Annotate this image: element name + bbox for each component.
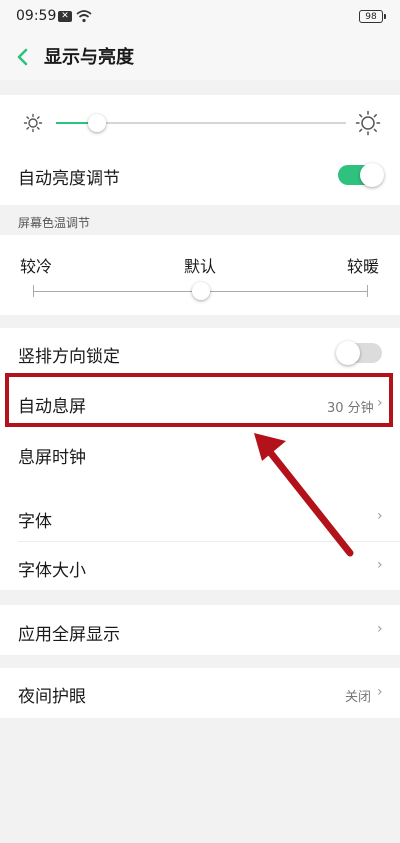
font-label: 字体 xyxy=(18,512,52,532)
chevron-right-icon: › xyxy=(377,557,383,573)
color-temp-cool-label: 较冷 xyxy=(20,257,53,276)
annotation-arrow-icon xyxy=(254,433,354,557)
brightness-high-icon xyxy=(355,110,381,136)
portrait-lock-label: 竖排方向锁定 xyxy=(18,347,120,367)
status-time: 09:59 xyxy=(16,8,57,24)
toggle-knob xyxy=(336,341,360,365)
brightness-low-icon xyxy=(23,113,43,133)
night-mode-value: 关闭 xyxy=(345,690,372,705)
chevron-right-icon: › xyxy=(377,621,383,637)
auto-brightness-toggle[interactable] xyxy=(338,163,384,187)
chevron-right-icon: › xyxy=(377,684,383,700)
status-bar: 09:59 ✕ 98 xyxy=(0,0,400,36)
page-title: 显示与亮度 xyxy=(44,47,134,68)
portrait-lock-toggle[interactable] xyxy=(336,341,382,365)
brightness-slider-thumb[interactable] xyxy=(87,114,106,132)
color-temp-default-label: 默认 xyxy=(184,257,217,276)
battery-level: 98 xyxy=(365,12,377,22)
color-temp-slider-thumb[interactable] xyxy=(192,282,210,300)
fullscreen-apps-label: 应用全屏显示 xyxy=(18,625,120,645)
sim-icon: ✕ xyxy=(58,11,72,22)
night-mode-label: 夜间护眼 xyxy=(18,687,86,707)
color-temp-warm-label: 较暖 xyxy=(347,257,380,276)
screen-off-clock-label: 息屏时钟 xyxy=(18,448,86,468)
wifi-icon xyxy=(76,10,92,23)
auto-brightness-label: 自动亮度调节 xyxy=(18,169,120,189)
chevron-right-icon: › xyxy=(377,508,383,524)
color-temp-section-title: 屏幕色温调节 xyxy=(18,216,91,230)
battery-icon: 98 xyxy=(359,10,386,23)
font-size-label: 字体大小 xyxy=(18,561,86,581)
color-temp-tick-cool xyxy=(33,285,34,297)
back-chevron-icon[interactable] xyxy=(10,42,36,72)
annotation-highlight-box xyxy=(5,373,393,427)
toggle-knob xyxy=(360,163,384,187)
color-temp-tick-warm xyxy=(367,285,368,297)
